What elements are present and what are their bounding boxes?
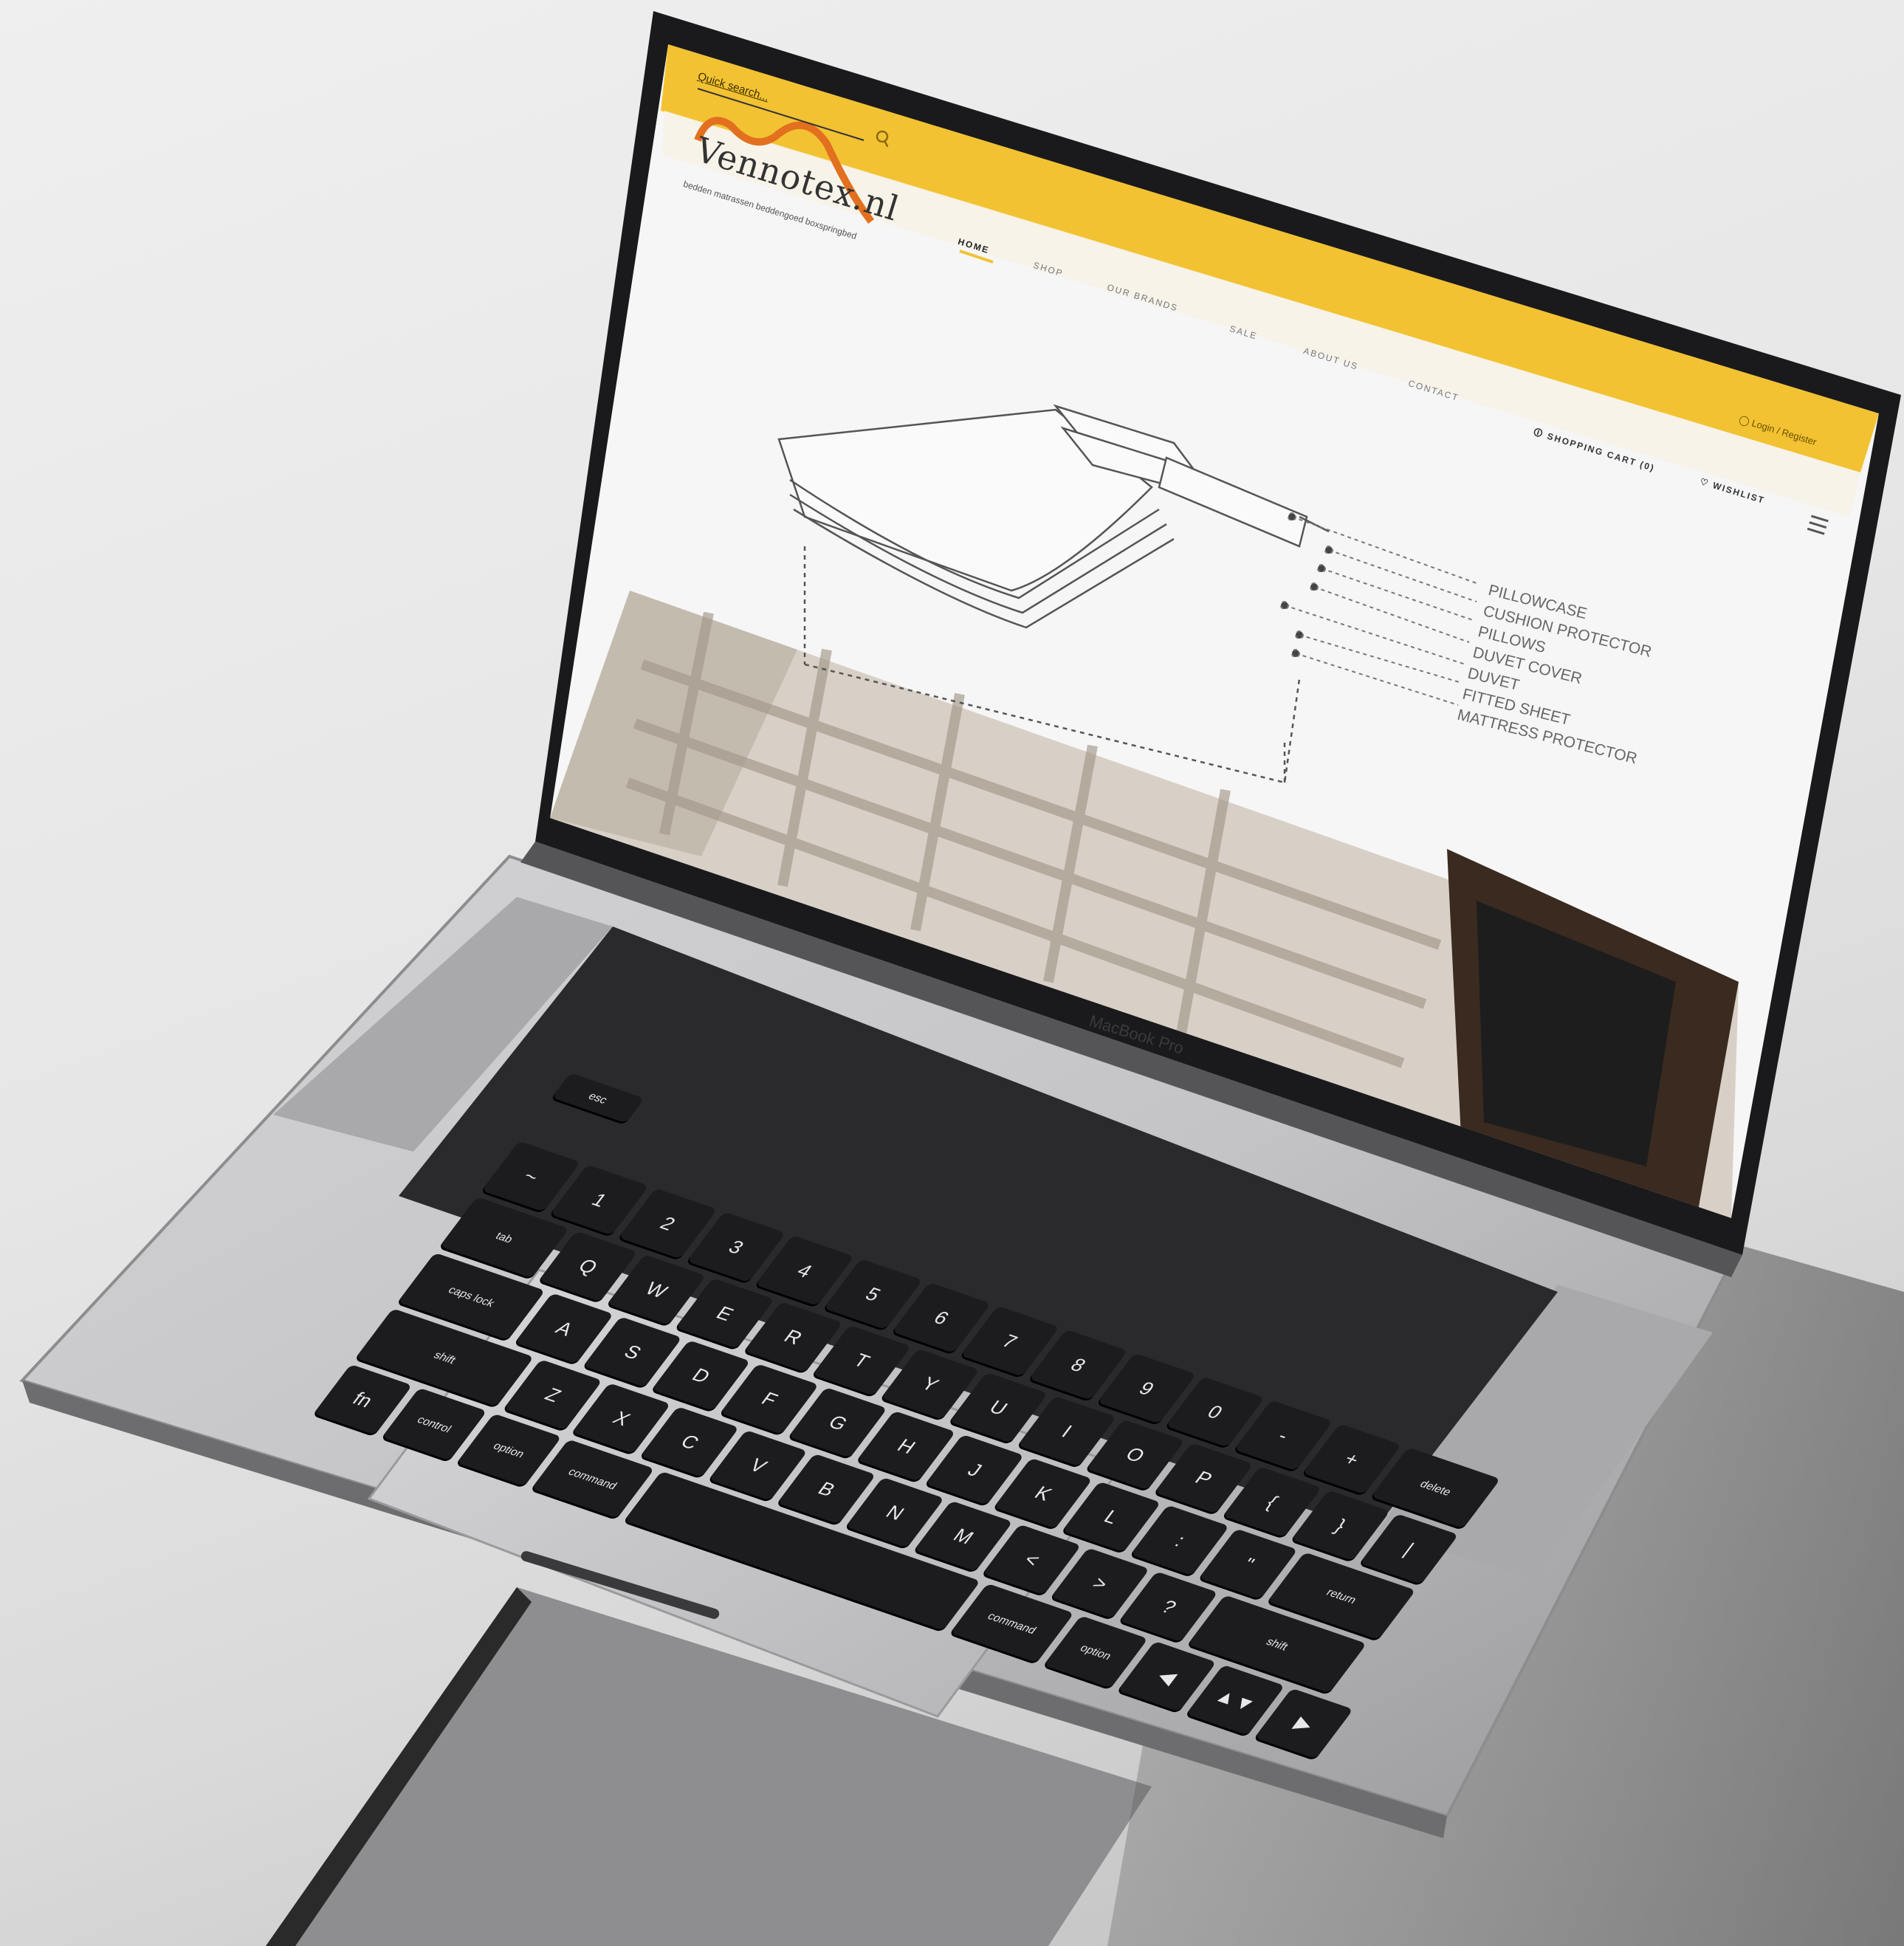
key-delete[interactable]: delete xyxy=(1371,1447,1501,1529)
